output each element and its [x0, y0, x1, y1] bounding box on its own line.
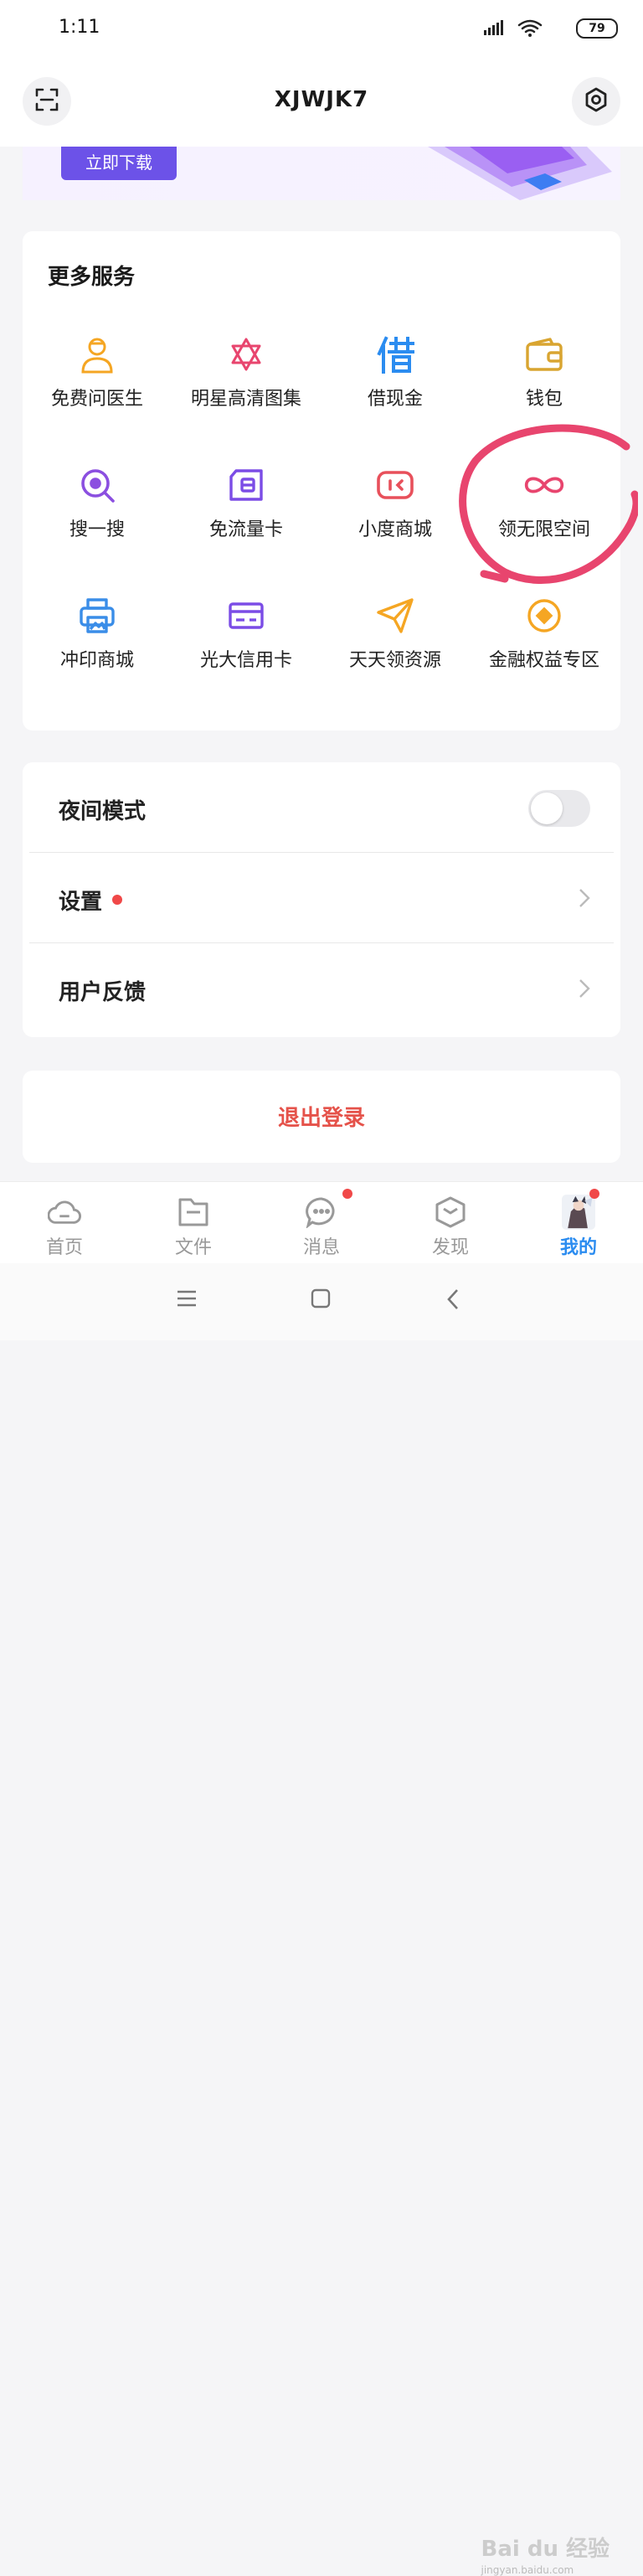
- notification-dot: [112, 894, 123, 905]
- tab-files[interactable]: 文件: [129, 1182, 258, 1264]
- wallet-icon: [523, 333, 565, 375]
- settings-button[interactable]: [572, 77, 620, 126]
- tab-label: 文件: [174, 1237, 212, 1258]
- system-nav-bar: Bai du 经验 jingyan.baidu.com: [0, 1263, 643, 2576]
- watermark: Bai du 经验 jingyan.baidu.com: [481, 2532, 610, 2576]
- service-label: 天天领资源: [348, 650, 441, 671]
- page-header: XJWJK7: [0, 59, 643, 147]
- borrow-char-icon: [374, 333, 416, 375]
- chevron-right-icon: [579, 978, 590, 1002]
- star-hexagram-icon: [225, 333, 267, 375]
- service-label: 光大信用卡: [199, 650, 292, 671]
- service-xiaodu-shop[interactable]: 小度商城: [321, 464, 470, 573]
- service-free-doctor[interactable]: 免费问医生: [23, 333, 172, 442]
- service-label: 明星高清图集: [190, 389, 301, 410]
- service-label: 免费问医生: [50, 389, 143, 410]
- service-free-data-card[interactable]: 免流量卡: [172, 464, 321, 573]
- night-mode-label: 夜间模式: [59, 799, 147, 824]
- paper-plane-icon: [374, 595, 416, 637]
- settings-label: 设置: [59, 890, 103, 915]
- status-time: 1:11: [59, 17, 100, 38]
- search-icon: [76, 464, 118, 506]
- status-bar: 1:11 79: [0, 0, 643, 59]
- printer-icon: [76, 595, 118, 637]
- service-label: 小度商城: [358, 519, 432, 540]
- logout-card[interactable]: 退出登录: [23, 1071, 620, 1163]
- night-mode-row[interactable]: 夜间模式: [29, 762, 614, 853]
- feedback-row[interactable]: 用户反馈: [29, 943, 614, 1034]
- profile-badge: [589, 1189, 599, 1199]
- finance-coin-icon: [523, 595, 565, 637]
- tab-label: 消息: [302, 1237, 340, 1258]
- service-print-shop[interactable]: 冲印商城: [23, 595, 172, 704]
- xiaodu-shop-icon: [374, 464, 416, 506]
- sim-card-icon: [225, 464, 267, 506]
- infinity-icon: [523, 464, 565, 506]
- bottom-tab-bar: 首页 文件 消息 发现 我的: [0, 1181, 643, 1264]
- message-badge: [342, 1189, 352, 1199]
- menu-nav-button[interactable]: [176, 1288, 198, 1312]
- services-grid: 免费问医生 明星高清图集 借现金 钱包 搜一搜 免流量卡 小度商城 领无限空间 …: [23, 231, 620, 730]
- service-label: 领无限空间: [497, 519, 590, 540]
- service-label: 免流量卡: [208, 519, 283, 540]
- service-label: 搜一搜: [69, 519, 125, 540]
- service-label: 借现金: [367, 389, 423, 410]
- logout-button[interactable]: 退出登录: [23, 1101, 620, 1132]
- page-title: XJWJK7: [274, 87, 369, 112]
- discover-icon: [434, 1195, 467, 1229]
- signal-wifi-icons: [484, 18, 551, 42]
- night-mode-toggle[interactable]: [528, 790, 590, 827]
- service-daily-resources[interactable]: 天天领资源: [321, 595, 470, 704]
- service-unlimited-space[interactable]: 领无限空间: [470, 464, 619, 573]
- avatar: [562, 1195, 595, 1230]
- toggle-knob: [531, 792, 563, 824]
- tab-label: 我的: [559, 1237, 597, 1258]
- service-wallet[interactable]: 钱包: [470, 333, 619, 442]
- home-nav-button[interactable]: [311, 1288, 331, 1312]
- back-nav-button[interactable]: [446, 1288, 460, 1314]
- service-label: 金融权益专区: [488, 650, 599, 671]
- more-services-card: 更多服务 免费问医生 明星高清图集 借现金 钱包 搜一搜 免流量卡 小度商城 领…: [23, 231, 620, 730]
- doctor-icon: [76, 333, 118, 375]
- settings-row[interactable]: 设置: [29, 853, 614, 943]
- service-star-gallery[interactable]: 明星高清图集: [172, 333, 321, 442]
- battery-indicator: 79: [576, 18, 618, 39]
- banner-illustration: [419, 147, 620, 200]
- tab-label: 首页: [45, 1237, 83, 1258]
- settings-card: 夜间模式 设置 用户反馈: [23, 762, 620, 1037]
- service-label: 冲印商城: [59, 650, 134, 671]
- tab-home[interactable]: 首页: [0, 1182, 129, 1264]
- service-credit-card[interactable]: 光大信用卡: [172, 595, 321, 704]
- watermark-sub: jingyan.baidu.com: [481, 2564, 574, 2576]
- settings-icon: [583, 86, 610, 116]
- promo-banner[interactable]: 立即下载: [23, 147, 620, 200]
- feedback-label: 用户反馈: [59, 980, 147, 1005]
- tab-label: 发现: [431, 1237, 469, 1258]
- credit-card-icon: [225, 595, 267, 637]
- chevron-right-icon: [579, 888, 590, 911]
- tab-me[interactable]: 我的: [514, 1182, 643, 1264]
- service-search[interactable]: 搜一搜: [23, 464, 172, 573]
- chat-icon: [305, 1195, 338, 1229]
- service-finance-zone[interactable]: 金融权益专区: [470, 595, 619, 704]
- cloud-icon: [48, 1195, 81, 1229]
- download-now-button[interactable]: 立即下载: [61, 147, 177, 180]
- folder-icon: [177, 1195, 210, 1229]
- tab-discover[interactable]: 发现: [386, 1182, 515, 1264]
- settings-row-label-group: 设置: [59, 885, 123, 916]
- watermark-text: Bai du 经验: [481, 2537, 610, 2562]
- service-borrow-cash[interactable]: 借现金: [321, 333, 470, 442]
- service-label: 钱包: [525, 389, 563, 410]
- tab-messages[interactable]: 消息: [257, 1182, 386, 1264]
